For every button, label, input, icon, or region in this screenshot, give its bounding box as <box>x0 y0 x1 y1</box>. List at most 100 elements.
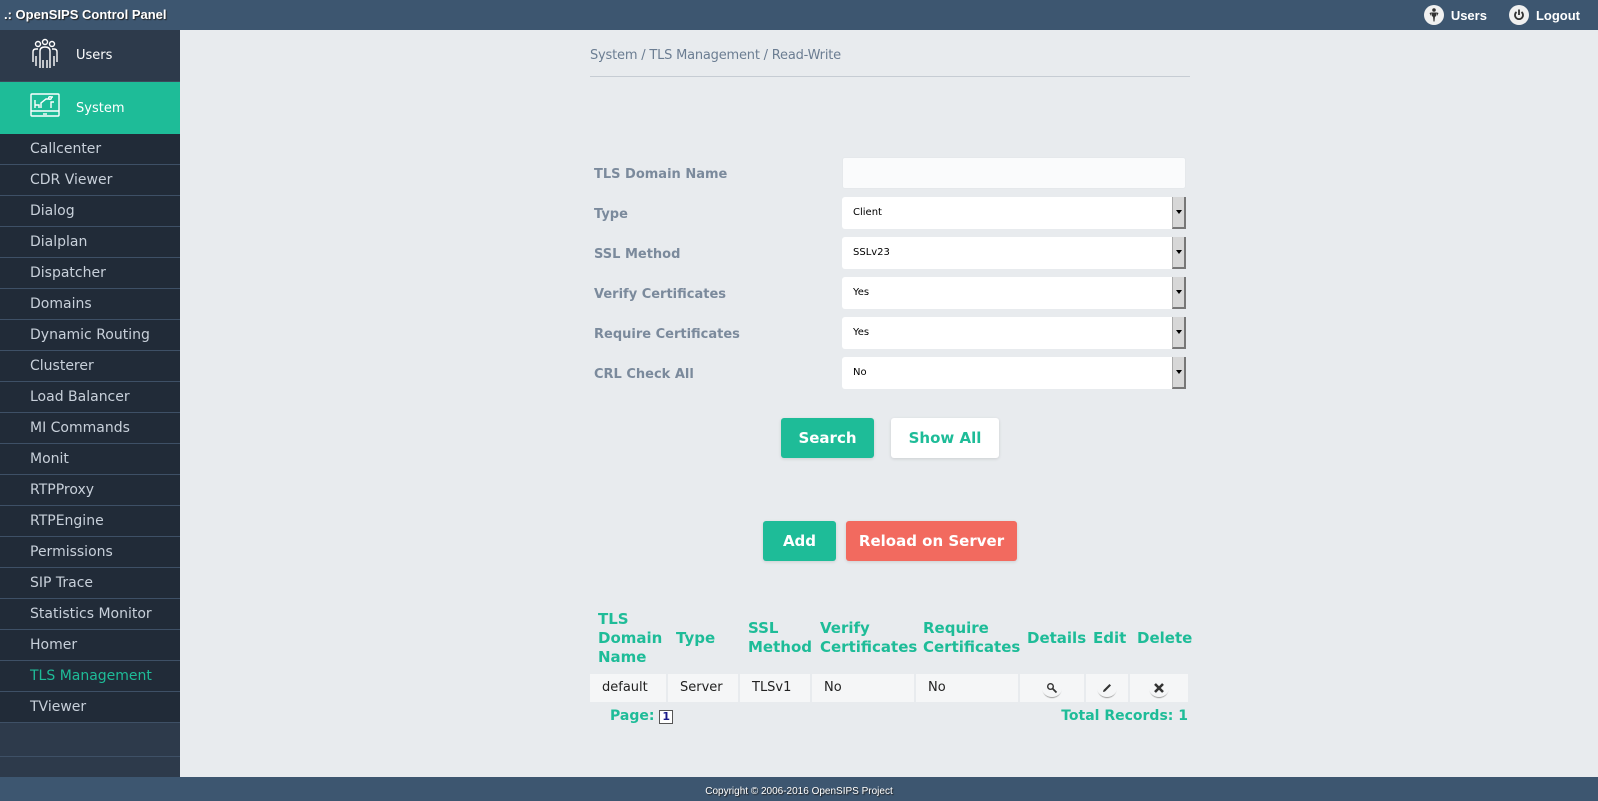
sidebar-item-dialog[interactable]: Dialog <box>0 196 180 227</box>
power-icon <box>1508 5 1529 25</box>
require-certificates-select-value: Yes <box>853 327 870 338</box>
sidebar-item-homer[interactable]: Homer <box>0 630 180 661</box>
column-header-details: Details <box>1027 628 1087 647</box>
chevron-down-icon[interactable] <box>1172 357 1186 389</box>
top-nav-users-label: Users <box>1450 7 1487 23</box>
pencil-icon <box>1097 679 1117 697</box>
crl-check-all-select-value: No <box>853 367 867 378</box>
sidebar-item-dispatcher[interactable]: Dispatcher <box>0 258 180 289</box>
sidebar-item-callcenter[interactable]: Callcenter <box>0 134 180 165</box>
type-select-value: Client <box>853 207 882 218</box>
form-row-type: Type Client <box>590 197 1190 237</box>
show-all-button[interactable]: Show All <box>891 418 999 458</box>
sidebar-filler <box>0 723 180 757</box>
sidebar-item-monit[interactable]: Monit <box>0 444 180 475</box>
column-header-type: Type <box>676 628 716 647</box>
top-bar: .: OpenSIPS Control Panel Users Logout <box>0 0 1598 30</box>
top-nav-logout[interactable]: Logout <box>1508 5 1580 25</box>
users-group-icon <box>30 38 60 74</box>
column-header-edit: Edit <box>1093 628 1127 647</box>
page-link-1[interactable]: 1 <box>659 710 673 724</box>
edit-button[interactable] <box>1086 674 1128 702</box>
table-header: TLS Domain Name Type SSL Method Verify C… <box>590 602 1193 674</box>
sidebar-item-tls-management[interactable]: TLS Management <box>0 661 180 692</box>
top-nav-logout-label: Logout <box>1535 7 1580 23</box>
sidebar-submenu: Callcenter CDR Viewer Dialog Dialplan Di… <box>0 134 180 723</box>
sidebar-item-mi-commands[interactable]: MI Commands <box>0 413 180 444</box>
chevron-down-icon[interactable] <box>1172 317 1186 349</box>
chevron-down-icon[interactable] <box>1172 197 1186 229</box>
sidebar-item-dialplan[interactable]: Dialplan <box>0 227 180 258</box>
sidebar-item-rtpproxy[interactable]: RTPProxy <box>0 475 180 506</box>
sidebar-item-domains[interactable]: Domains <box>0 289 180 320</box>
table-row: default Server TLSv1 No No <box>590 674 1190 702</box>
sidebar-item-dynamic-routing[interactable]: Dynamic Routing <box>0 320 180 351</box>
cell-ssl-method: TLSv1 <box>740 674 810 702</box>
form-row-verify-certificates: Verify Certificates Yes <box>590 277 1190 317</box>
ssl-method-label: SSL Method <box>594 247 681 262</box>
search-form: TLS Domain Name Type Client SSL Method S… <box>590 157 1190 397</box>
chevron-down-icon[interactable] <box>1172 237 1186 269</box>
add-button[interactable]: Add <box>763 521 836 561</box>
form-row-require-certificates: Require Certificates Yes <box>590 317 1190 357</box>
form-row-domain-name: TLS Domain Name <box>590 157 1190 197</box>
type-select[interactable]: Client <box>842 197 1186 229</box>
ssl-method-select[interactable]: SSLv23 <box>842 237 1186 269</box>
breadcrumb-tls-management[interactable]: TLS Management <box>649 48 760 63</box>
chevron-down-icon[interactable] <box>1172 277 1186 309</box>
sidebar-item-load-balancer[interactable]: Load Balancer <box>0 382 180 413</box>
domain-name-label: TLS Domain Name <box>594 167 728 182</box>
column-header-require-certificates: Require Certificates <box>923 619 1021 656</box>
sidebar-item-system[interactable]: System <box>0 82 180 134</box>
top-nav-users[interactable]: Users <box>1423 5 1487 25</box>
sidebar-item-users-label: Users <box>76 48 113 63</box>
main-content: System / TLS Management / Read-Write TLS… <box>180 30 1598 777</box>
require-certificates-label: Require Certificates <box>594 327 740 342</box>
sidebar-item-statistics-monitor[interactable]: Statistics Monitor <box>0 599 180 630</box>
ssl-method-select-value: SSLv23 <box>853 247 890 258</box>
cell-require-certificates: No <box>916 674 1018 702</box>
details-button[interactable] <box>1020 674 1084 702</box>
crl-check-all-select[interactable]: No <box>842 357 1186 389</box>
cell-domain-name: default <box>590 674 666 702</box>
breadcrumb-separator: / <box>759 48 772 63</box>
form-row-ssl-method: SSL Method SSLv23 <box>590 237 1190 277</box>
magnifier-icon <box>1042 679 1062 697</box>
breadcrumb-system[interactable]: System <box>590 48 637 63</box>
sidebar-item-cdr-viewer[interactable]: CDR Viewer <box>0 165 180 196</box>
pagination: Page: 1 <box>610 708 673 724</box>
breadcrumb-divider <box>590 76 1190 77</box>
domain-name-input[interactable] <box>842 157 1186 189</box>
cell-verify-certificates: No <box>812 674 914 702</box>
column-header-ssl-method: SSL Method <box>748 619 812 656</box>
column-header-delete: Delete <box>1137 628 1193 647</box>
breadcrumb: System / TLS Management / Read-Write <box>590 48 841 63</box>
form-row-crl-check-all: CRL Check All No <box>590 357 1190 397</box>
reload-on-server-button[interactable]: Reload on Server <box>846 521 1017 561</box>
sidebar-item-users[interactable]: Users <box>0 30 180 82</box>
sidebar-item-system-label: System <box>76 100 125 116</box>
sidebar-item-rtpengine[interactable]: RTPEngine <box>0 506 180 537</box>
tls-domains-table: TLS Domain Name Type SSL Method Verify C… <box>590 602 1193 724</box>
sidebar-item-clusterer[interactable]: Clusterer <box>0 351 180 382</box>
sidebar-item-permissions[interactable]: Permissions <box>0 537 180 568</box>
top-nav: Users Logout <box>1423 5 1580 25</box>
footer: Copyright © 2006-2016 OpenSIPS Project <box>0 777 1598 801</box>
search-button[interactable]: Search <box>781 418 874 458</box>
user-icon <box>1423 5 1444 25</box>
sidebar-item-sip-trace[interactable]: SIP Trace <box>0 568 180 599</box>
verify-certificates-label: Verify Certificates <box>594 287 727 302</box>
delete-button[interactable] <box>1130 674 1188 702</box>
sidebar: Users System Callcenter CDR Viewer Dialo… <box>0 30 180 777</box>
verify-certificates-select[interactable]: Yes <box>842 277 1186 309</box>
sidebar-item-tviewer[interactable]: TViewer <box>0 692 180 723</box>
breadcrumb-separator: / <box>637 48 650 63</box>
total-records: Total Records: 1 <box>1061 708 1188 724</box>
require-certificates-select[interactable]: Yes <box>842 317 1186 349</box>
app-title: .: OpenSIPS Control Panel <box>4 7 167 22</box>
type-label: Type <box>594 207 628 222</box>
page-label: Page: <box>610 708 655 724</box>
column-header-verify-certificates: Verify Certificates <box>820 619 918 656</box>
close-icon <box>1149 679 1169 697</box>
verify-certificates-select-value: Yes <box>853 287 870 298</box>
